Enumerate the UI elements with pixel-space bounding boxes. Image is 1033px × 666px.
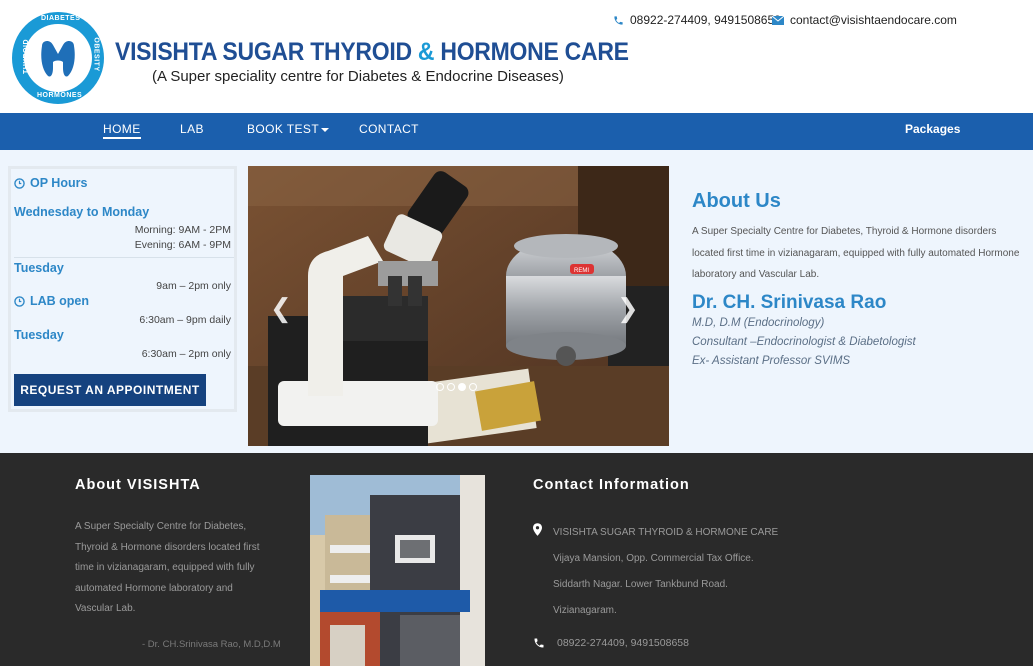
divider xyxy=(14,257,234,258)
building-image xyxy=(310,475,485,666)
header-phone[interactable]: 08922-274409, 9491508658 xyxy=(613,13,781,27)
doctor-degree: M.D, D.M (Endocrinology) xyxy=(692,316,825,329)
nav-contact[interactable]: CONTACT xyxy=(359,122,419,136)
nav-book-test-label: BOOK TEST xyxy=(247,122,320,136)
hours-panel: OP Hours Wednesday to Monday Morning: 9A… xyxy=(8,166,237,412)
tuesday-heading: Tuesday xyxy=(14,261,64,275)
logo-ring-right: OBESITY xyxy=(92,37,100,72)
clock-icon xyxy=(14,177,25,189)
lab-tuesday-hours: 6:30am – 2pm only xyxy=(141,348,231,360)
carousel-prev-icon[interactable]: ❮ xyxy=(270,294,292,324)
brand-subtitle: (A Super speciality centre for Diabetes … xyxy=(152,68,564,85)
lab-open-heading: LAB open xyxy=(14,294,89,308)
request-appointment-button[interactable]: REQUEST AN APPOINTMENT xyxy=(14,374,206,406)
wed-mon-heading: Wednesday to Monday xyxy=(14,205,150,219)
nav-book-test[interactable]: BOOK TEST xyxy=(247,122,330,136)
thyroid-icon xyxy=(41,40,75,77)
brand-title: VISISHTA SUGAR THYROID & HORMONE CARE xyxy=(115,38,629,67)
address-line: Vizianagaram. xyxy=(553,605,617,616)
evening-hours: Evening: 6AM - 9PM xyxy=(134,239,231,251)
doctor-previous-role: Ex- Assistant Professor SVIMS xyxy=(692,354,851,367)
logo-ring-top: DIABETES xyxy=(41,15,81,22)
about-text: A Super Specialty Centre for Diabetes, T… xyxy=(692,226,1020,280)
main-navbar: HOME LAB BOOK TEST CONTACT Packages xyxy=(0,113,1033,150)
caret-down-icon xyxy=(321,127,330,132)
morning-hours: Morning: 9AM - 2PM xyxy=(134,224,231,236)
lab-hours: 6:30am – 9pm daily xyxy=(139,314,231,326)
address-line: Siddarth Nagar. Lower Tankbund Road. xyxy=(553,579,728,590)
envelope-icon xyxy=(772,15,784,25)
site-header: DIABETES THYROID OBESITY HORMONES VISISH… xyxy=(0,0,1033,113)
carousel-next-icon[interactable]: ❯ xyxy=(617,294,639,324)
lab-tuesday-heading: Tuesday xyxy=(14,328,64,342)
header-email[interactable]: contact@visishtaendocare.com xyxy=(772,13,957,27)
footer-address: VISISHTA SUGAR THYROID & HORMONE CARE Vi… xyxy=(553,520,778,624)
footer-contact-title: Contact Information xyxy=(533,477,690,493)
image-carousel[interactable]: REMI ❮ ❯ xyxy=(248,166,669,446)
address-line: VISISHTA SUGAR THYROID & HORMONE CARE xyxy=(553,527,779,538)
nav-packages[interactable]: Packages xyxy=(905,122,960,136)
op-hours-label: OP Hours xyxy=(30,176,88,190)
address-line: Vijaya Mansion, Opp. Commercial Tax Offi… xyxy=(553,553,754,564)
logo-ring-bottom: HORMONES xyxy=(37,92,83,99)
lab-open-label: LAB open xyxy=(30,294,90,308)
doctor-role: Consultant –Endocrinologist & Diabetolog… xyxy=(692,335,916,348)
nav-lab[interactable]: LAB xyxy=(180,122,204,136)
lab-equipment-photo: REMI xyxy=(248,166,669,446)
about-title: About Us xyxy=(692,190,781,212)
footer-about-title: About VISISHTA xyxy=(75,477,201,493)
phone-icon xyxy=(534,638,544,648)
phone-icon xyxy=(614,15,623,25)
about-section: About Us A Super Specialty Centre for Di… xyxy=(692,190,1022,371)
carousel-image-label: REMI xyxy=(574,268,589,274)
building-photo xyxy=(310,475,485,666)
carousel-dot-active[interactable] xyxy=(458,383,466,391)
footer-phone[interactable]: 08922-274409, 9491508658 xyxy=(557,637,689,649)
header-email-text: contact@visishtaendocare.com xyxy=(790,13,957,27)
header-phone-text: 08922-274409, 9491508658 xyxy=(630,13,781,27)
site-footer: About VISISHTA A Super Specialty Centre … xyxy=(0,453,1033,666)
brand-title-part2: HORMONE CARE xyxy=(434,38,629,66)
clock-icon xyxy=(14,295,25,307)
logo-center xyxy=(24,24,92,92)
footer-signature: - Dr. CH.Srinivasa Rao, M.D,D.M xyxy=(142,639,281,650)
brand-title-part1: VISISHTA SUGAR THYROID xyxy=(115,38,418,66)
carousel-dot[interactable] xyxy=(447,383,455,391)
brand-title-amp: & xyxy=(417,38,435,66)
footer-about-text: A Super Specialty Centre for Diabetes, T… xyxy=(75,521,260,614)
map-marker-icon xyxy=(533,523,542,536)
site-logo[interactable]: DIABETES THYROID OBESITY HORMONES xyxy=(12,12,104,104)
carousel-dot[interactable] xyxy=(469,383,477,391)
carousel-dot[interactable] xyxy=(436,383,444,391)
main-content: OP Hours Wednesday to Monday Morning: 9A… xyxy=(0,150,1033,453)
op-hours-heading: OP Hours xyxy=(14,176,87,190)
doctor-name: Dr. CH. Srinivasa Rao xyxy=(692,291,887,313)
tuesday-hours: 9am – 2pm only xyxy=(156,280,231,292)
nav-home[interactable]: HOME xyxy=(103,122,141,139)
carousel-indicators xyxy=(436,383,477,391)
